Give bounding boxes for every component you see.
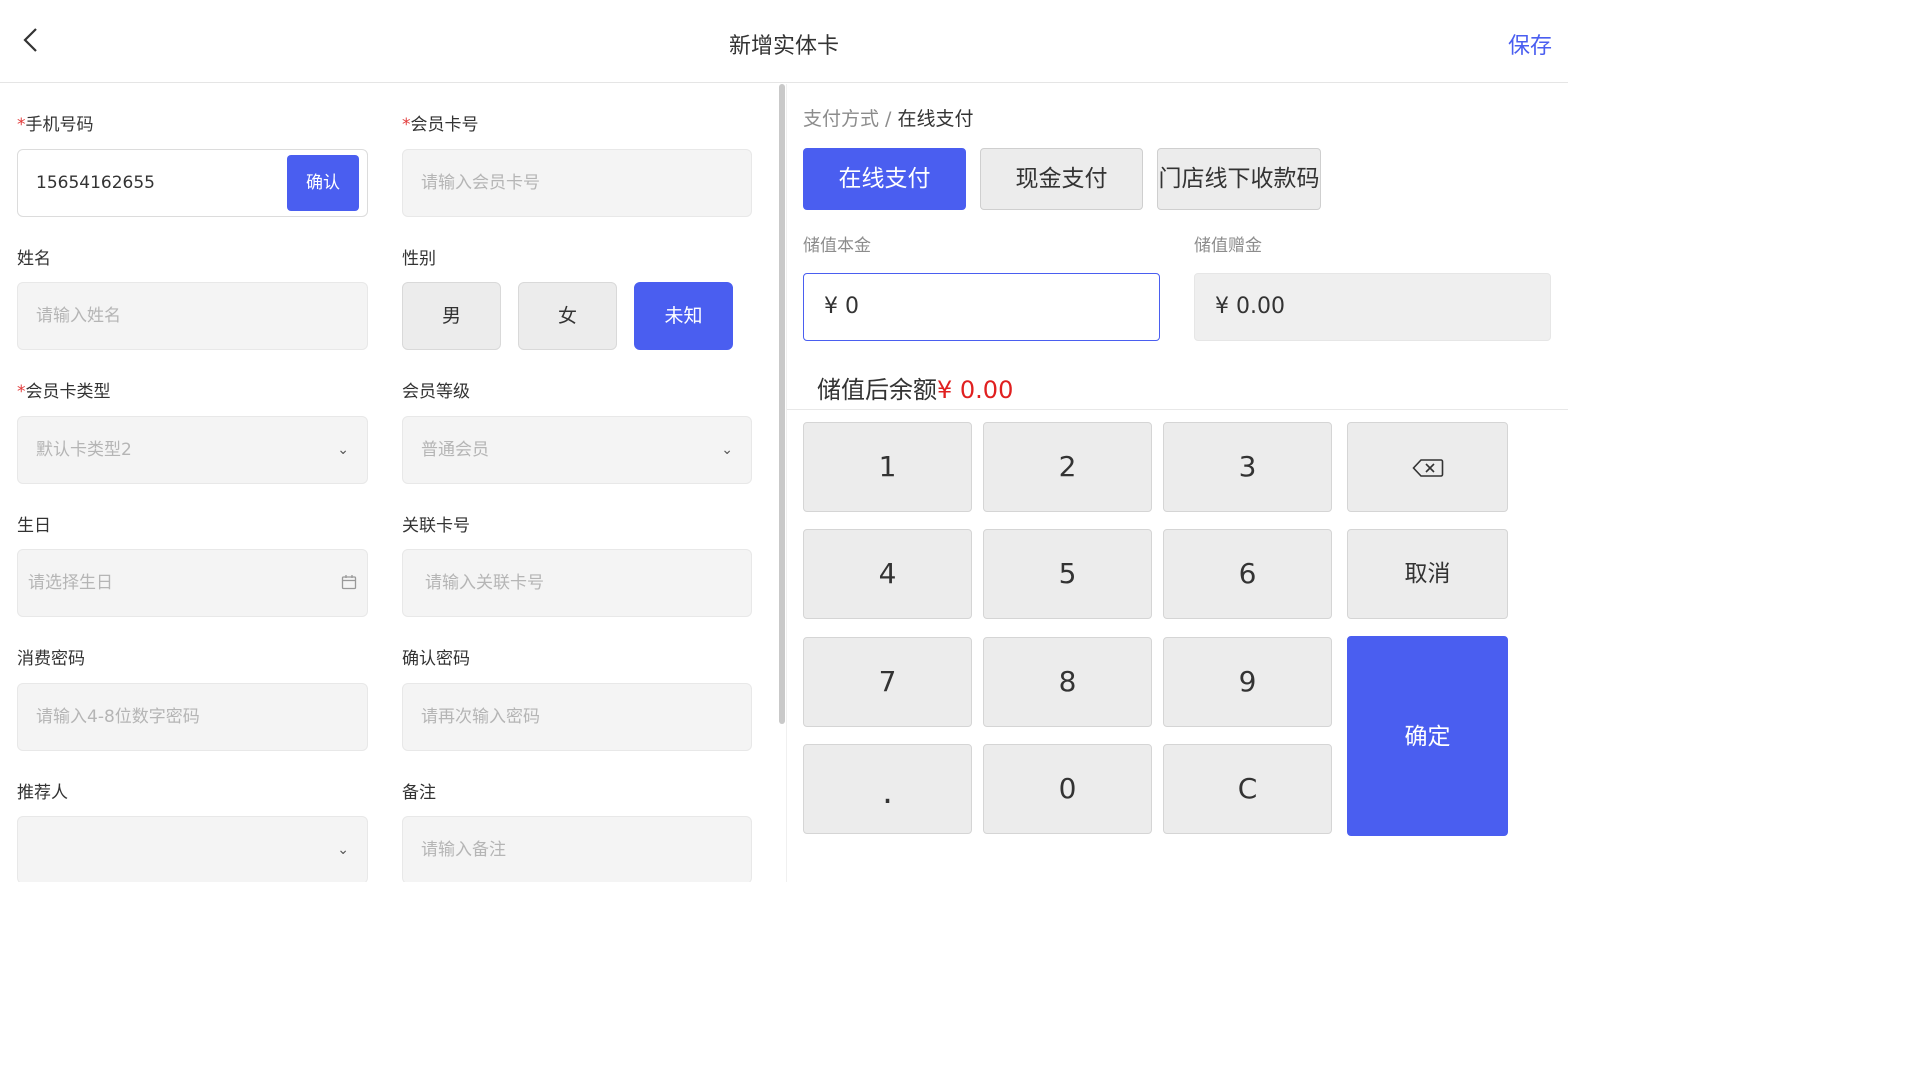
name-label: 姓名 (17, 249, 51, 269)
chevron-down-icon: ⌄ (337, 442, 349, 458)
key-8[interactable]: 8 (983, 637, 1152, 727)
key-2[interactable]: 2 (983, 422, 1152, 512)
remark-label: 备注 (402, 783, 436, 803)
card-no-label: *会员卡号 (402, 115, 479, 135)
pay-cash-button[interactable]: 现金支付 (980, 148, 1143, 210)
level-select[interactable]: 普通会员 ⌄ (402, 416, 752, 484)
remark-input[interactable]: 请输入备注 (402, 816, 752, 882)
key-3[interactable]: 3 (1163, 422, 1332, 512)
payment-panel: 支付方式 / 在线支付 在线支付 现金支付 门店线下收款码 储值本金 储值赠金 … (787, 84, 1568, 882)
save-button[interactable]: 保存 (1508, 28, 1552, 60)
phone-field[interactable]: 15654162655 确认 (17, 149, 368, 217)
gender-label: 性别 (402, 249, 436, 269)
level-label: 会员等级 (402, 382, 470, 402)
bonus-amount: ¥ 0.00 (1194, 273, 1551, 341)
page-title: 新增实体卡 (728, 34, 839, 59)
key-9[interactable]: 9 (1163, 637, 1332, 727)
confirm-password-label: 确认密码 (402, 649, 470, 669)
gender-female-button[interactable]: 女 (518, 282, 617, 350)
balance-value: ¥ 0.00 (937, 376, 1014, 404)
card-type-label: *会员卡类型 (17, 382, 111, 402)
key-5[interactable]: 5 (983, 529, 1152, 619)
referrer-label: 推荐人 (17, 783, 68, 803)
chevron-down-icon: ⌄ (721, 442, 733, 458)
pay-store-qr-button[interactable]: 门店线下收款码 (1157, 148, 1321, 210)
key-4[interactable]: 4 (803, 529, 972, 619)
balance-after: 储值后余额¥ 0.00 (817, 376, 1014, 404)
level-value: 普通会员 (421, 440, 489, 460)
key-1[interactable]: 1 (803, 422, 972, 512)
pay-password-input[interactable]: 请输入4-8位数字密码 (17, 683, 368, 751)
principal-label: 储值本金 (803, 236, 871, 256)
top-bar: 新增实体卡 保存 (0, 0, 1568, 83)
principal-input[interactable]: ¥ 0 (803, 273, 1160, 341)
form-scrollbar[interactable] (779, 84, 785, 724)
pay-password-label: 消费密码 (17, 649, 85, 669)
card-no-input[interactable]: 请输入会员卡号 (402, 149, 752, 217)
key-7[interactable]: 7 (803, 637, 972, 727)
backspace-icon (1412, 459, 1444, 477)
key-dot[interactable]: . (803, 744, 972, 834)
phone-label: *手机号码 (17, 115, 94, 135)
member-form: *手机号码 15654162655 确认 *会员卡号 请输入会员卡号 姓名 请输… (0, 84, 778, 882)
keypad-divider (787, 409, 1568, 410)
pay-online-button[interactable]: 在线支付 (803, 148, 966, 210)
referrer-select[interactable]: ⌄ (17, 816, 368, 882)
birthday-picker[interactable]: 请选择生日 (17, 549, 368, 617)
key-0[interactable]: 0 (983, 744, 1152, 834)
birthday-label: 生日 (17, 516, 51, 536)
bonus-label: 储值赠金 (1194, 236, 1262, 256)
cancel-button[interactable]: 取消 (1347, 529, 1508, 619)
linked-card-input[interactable]: 请输入关联卡号 (402, 549, 752, 617)
phone-confirm-button[interactable]: 确认 (287, 155, 359, 211)
gender-unknown-button[interactable]: 未知 (634, 282, 733, 350)
birthday-placeholder: 请选择生日 (28, 573, 113, 593)
confirm-button[interactable]: 确定 (1347, 636, 1508, 836)
key-6[interactable]: 6 (1163, 529, 1332, 619)
chevron-down-icon: ⌄ (337, 842, 349, 858)
card-type-value: 默认卡类型2 (36, 440, 132, 460)
confirm-password-input[interactable]: 请再次输入密码 (402, 683, 752, 751)
calendar-icon (341, 575, 357, 590)
linked-card-label: 关联卡号 (402, 516, 470, 536)
name-input[interactable]: 请输入姓名 (17, 282, 368, 350)
gender-male-button[interactable]: 男 (402, 282, 501, 350)
phone-value: 15654162655 (36, 173, 155, 193)
backspace-button[interactable] (1347, 422, 1508, 512)
card-type-select[interactable]: 默认卡类型2 ⌄ (17, 416, 368, 484)
key-clear[interactable]: C (1163, 744, 1332, 834)
payment-breadcrumb: 支付方式 / 在线支付 (803, 108, 974, 130)
